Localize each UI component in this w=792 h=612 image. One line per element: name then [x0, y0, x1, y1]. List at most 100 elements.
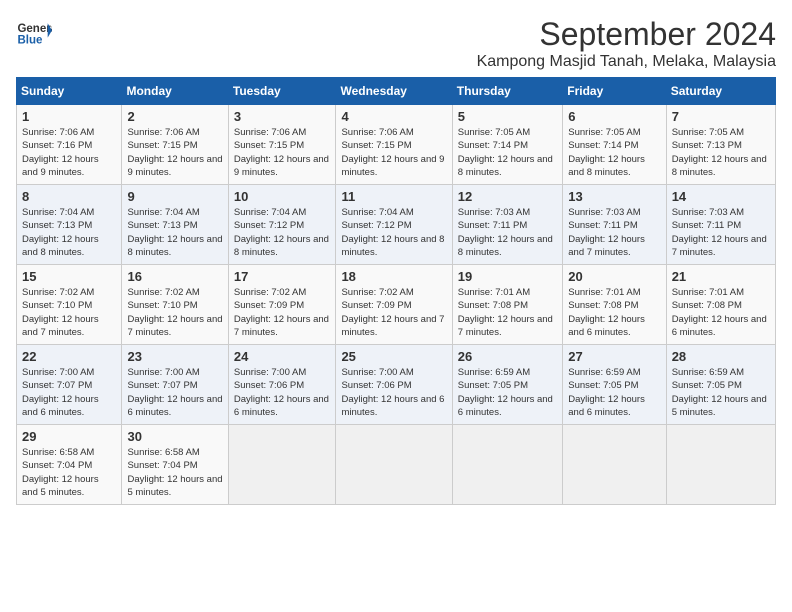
col-tuesday: Tuesday — [228, 78, 336, 105]
table-row: 19 Sunrise: 7:01 AM Sunset: 7:08 PM Dayl… — [452, 265, 562, 345]
col-saturday: Saturday — [666, 78, 775, 105]
cell-content: Sunrise: 6:59 AM Sunset: 7:05 PM Dayligh… — [672, 366, 770, 419]
header-row: Sunday Monday Tuesday Wednesday Thursday… — [17, 78, 776, 105]
cell-content: Sunrise: 7:03 AM Sunset: 7:11 PM Dayligh… — [672, 206, 770, 259]
empty-cell — [336, 425, 452, 505]
table-row: 27 Sunrise: 6:59 AM Sunset: 7:05 PM Dayl… — [563, 345, 666, 425]
table-row: 29 Sunrise: 6:58 AM Sunset: 7:04 PM Dayl… — [17, 425, 122, 505]
table-row: 15 Sunrise: 7:02 AM Sunset: 7:10 PM Dayl… — [17, 265, 122, 345]
svg-text:Blue: Blue — [17, 34, 43, 46]
cell-content: Sunrise: 7:06 AM Sunset: 7:15 PM Dayligh… — [127, 126, 222, 179]
table-row: 9 Sunrise: 7:04 AM Sunset: 7:13 PM Dayli… — [122, 185, 228, 265]
table-row: 3 Sunrise: 7:06 AM Sunset: 7:15 PM Dayli… — [228, 105, 336, 185]
cell-content: Sunrise: 7:05 AM Sunset: 7:14 PM Dayligh… — [458, 126, 557, 179]
title-area: September 2024 Kampong Masjid Tanah, Mel… — [477, 16, 776, 71]
empty-cell — [563, 425, 666, 505]
cell-content: Sunrise: 7:04 AM Sunset: 7:13 PM Dayligh… — [127, 206, 222, 259]
cell-content: Sunrise: 7:00 AM Sunset: 7:07 PM Dayligh… — [127, 366, 222, 419]
col-monday: Monday — [122, 78, 228, 105]
day-number: 21 — [672, 269, 770, 284]
logo-icon: General Blue — [16, 16, 52, 52]
cell-content: Sunrise: 6:59 AM Sunset: 7:05 PM Dayligh… — [458, 366, 557, 419]
cell-content: Sunrise: 7:05 AM Sunset: 7:14 PM Dayligh… — [568, 126, 660, 179]
empty-cell — [452, 425, 562, 505]
cell-content: Sunrise: 7:01 AM Sunset: 7:08 PM Dayligh… — [458, 286, 557, 339]
day-number: 9 — [127, 189, 222, 204]
cell-content: Sunrise: 6:59 AM Sunset: 7:05 PM Dayligh… — [568, 366, 660, 419]
table-row: 5 Sunrise: 7:05 AM Sunset: 7:14 PM Dayli… — [452, 105, 562, 185]
location-title: Kampong Masjid Tanah, Melaka, Malaysia — [477, 53, 776, 71]
day-number: 22 — [22, 349, 116, 364]
table-row: 17 Sunrise: 7:02 AM Sunset: 7:09 PM Dayl… — [228, 265, 336, 345]
table-row: 2 Sunrise: 7:06 AM Sunset: 7:15 PM Dayli… — [122, 105, 228, 185]
day-number: 13 — [568, 189, 660, 204]
col-wednesday: Wednesday — [336, 78, 452, 105]
table-row: 12 Sunrise: 7:03 AM Sunset: 7:11 PM Dayl… — [452, 185, 562, 265]
cell-content: Sunrise: 7:02 AM Sunset: 7:10 PM Dayligh… — [127, 286, 222, 339]
table-row: 26 Sunrise: 6:59 AM Sunset: 7:05 PM Dayl… — [452, 345, 562, 425]
cell-content: Sunrise: 6:58 AM Sunset: 7:04 PM Dayligh… — [127, 446, 222, 499]
table-row: 18 Sunrise: 7:02 AM Sunset: 7:09 PM Dayl… — [336, 265, 452, 345]
table-row: 24 Sunrise: 7:00 AM Sunset: 7:06 PM Dayl… — [228, 345, 336, 425]
day-number: 17 — [234, 269, 331, 284]
col-friday: Friday — [563, 78, 666, 105]
cell-content: Sunrise: 7:02 AM Sunset: 7:09 PM Dayligh… — [341, 286, 446, 339]
day-number: 23 — [127, 349, 222, 364]
day-number: 4 — [341, 109, 446, 124]
cell-content: Sunrise: 7:02 AM Sunset: 7:10 PM Dayligh… — [22, 286, 116, 339]
table-row: 11 Sunrise: 7:04 AM Sunset: 7:12 PM Dayl… — [336, 185, 452, 265]
table-row: 25 Sunrise: 7:00 AM Sunset: 7:06 PM Dayl… — [336, 345, 452, 425]
col-sunday: Sunday — [17, 78, 122, 105]
logo: General Blue — [16, 16, 52, 52]
cell-content: Sunrise: 7:06 AM Sunset: 7:15 PM Dayligh… — [341, 126, 446, 179]
day-number: 15 — [22, 269, 116, 284]
cell-content: Sunrise: 7:00 AM Sunset: 7:06 PM Dayligh… — [341, 366, 446, 419]
table-row: 21 Sunrise: 7:01 AM Sunset: 7:08 PM Dayl… — [666, 265, 775, 345]
cell-content: Sunrise: 7:00 AM Sunset: 7:06 PM Dayligh… — [234, 366, 331, 419]
day-number: 14 — [672, 189, 770, 204]
table-row: 13 Sunrise: 7:03 AM Sunset: 7:11 PM Dayl… — [563, 185, 666, 265]
cell-content: Sunrise: 7:01 AM Sunset: 7:08 PM Dayligh… — [568, 286, 660, 339]
table-row: 1 Sunrise: 7:06 AM Sunset: 7:16 PM Dayli… — [17, 105, 122, 185]
cell-content: Sunrise: 6:58 AM Sunset: 7:04 PM Dayligh… — [22, 446, 116, 499]
table-row: 14 Sunrise: 7:03 AM Sunset: 7:11 PM Dayl… — [666, 185, 775, 265]
day-number: 28 — [672, 349, 770, 364]
day-number: 30 — [127, 429, 222, 444]
day-number: 25 — [341, 349, 446, 364]
table-row: 8 Sunrise: 7:04 AM Sunset: 7:13 PM Dayli… — [17, 185, 122, 265]
day-number: 27 — [568, 349, 660, 364]
table-row: 28 Sunrise: 6:59 AM Sunset: 7:05 PM Dayl… — [666, 345, 775, 425]
day-number: 12 — [458, 189, 557, 204]
calendar-table: Sunday Monday Tuesday Wednesday Thursday… — [16, 77, 776, 505]
day-number: 10 — [234, 189, 331, 204]
day-number: 3 — [234, 109, 331, 124]
table-row: 23 Sunrise: 7:00 AM Sunset: 7:07 PM Dayl… — [122, 345, 228, 425]
day-number: 8 — [22, 189, 116, 204]
empty-cell — [666, 425, 775, 505]
month-title: September 2024 — [477, 16, 776, 53]
day-number: 16 — [127, 269, 222, 284]
day-number: 18 — [341, 269, 446, 284]
svg-text:General: General — [17, 23, 52, 35]
day-number: 6 — [568, 109, 660, 124]
cell-content: Sunrise: 7:06 AM Sunset: 7:15 PM Dayligh… — [234, 126, 331, 179]
table-row: 7 Sunrise: 7:05 AM Sunset: 7:13 PM Dayli… — [666, 105, 775, 185]
table-row: 22 Sunrise: 7:00 AM Sunset: 7:07 PM Dayl… — [17, 345, 122, 425]
cell-content: Sunrise: 7:01 AM Sunset: 7:08 PM Dayligh… — [672, 286, 770, 339]
day-number: 11 — [341, 189, 446, 204]
cell-content: Sunrise: 7:03 AM Sunset: 7:11 PM Dayligh… — [458, 206, 557, 259]
cell-content: Sunrise: 7:04 AM Sunset: 7:12 PM Dayligh… — [234, 206, 331, 259]
day-number: 26 — [458, 349, 557, 364]
cell-content: Sunrise: 7:02 AM Sunset: 7:09 PM Dayligh… — [234, 286, 331, 339]
day-number: 1 — [22, 109, 116, 124]
table-row: 4 Sunrise: 7:06 AM Sunset: 7:15 PM Dayli… — [336, 105, 452, 185]
empty-cell — [228, 425, 336, 505]
cell-content: Sunrise: 7:04 AM Sunset: 7:13 PM Dayligh… — [22, 206, 116, 259]
table-row: 16 Sunrise: 7:02 AM Sunset: 7:10 PM Dayl… — [122, 265, 228, 345]
col-thursday: Thursday — [452, 78, 562, 105]
day-number: 5 — [458, 109, 557, 124]
cell-content: Sunrise: 7:05 AM Sunset: 7:13 PM Dayligh… — [672, 126, 770, 179]
cell-content: Sunrise: 7:03 AM Sunset: 7:11 PM Dayligh… — [568, 206, 660, 259]
cell-content: Sunrise: 7:04 AM Sunset: 7:12 PM Dayligh… — [341, 206, 446, 259]
cell-content: Sunrise: 7:00 AM Sunset: 7:07 PM Dayligh… — [22, 366, 116, 419]
